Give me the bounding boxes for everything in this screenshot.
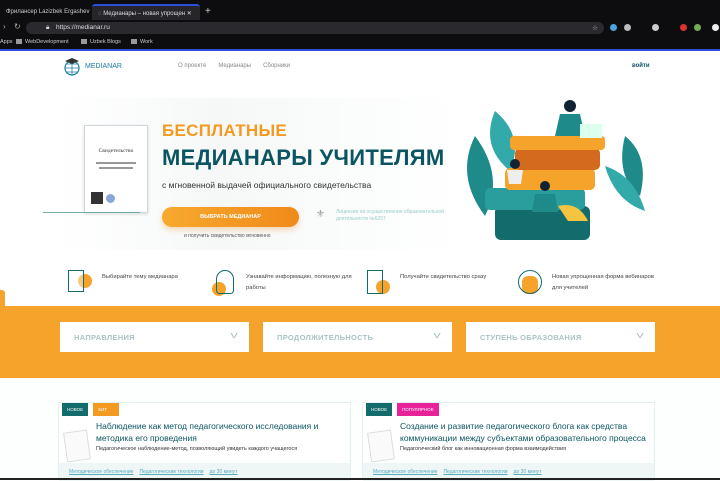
folder-icon [81, 39, 87, 45]
head-icon [210, 268, 236, 298]
badge-hit: ХИТ [93, 403, 119, 416]
extension-icon[interactable] [680, 24, 687, 31]
tag-link[interactable]: Методическое обеспечение [69, 469, 133, 475]
tab-label: Медианары – новая упрощен [103, 11, 186, 17]
extension-icon[interactable] [610, 24, 617, 31]
certificate-icon [364, 268, 390, 298]
globe-icon [64, 58, 80, 76]
side-tab[interactable] [0, 290, 5, 376]
decor-line [43, 212, 140, 213]
filter-label: СТУПЕНЬ ОБРАЗОВАНИЯ [480, 333, 582, 342]
emblem-icon: ⚜ [316, 209, 325, 220]
feature-learn-info: Узнавайте информацию, полезную для работ… [210, 268, 356, 298]
new-tab-button[interactable]: + [205, 6, 211, 17]
reload-icon[interactable]: ↻ [14, 22, 21, 31]
medianar-card[interactable]: НОВОЕ ПОПУЛЯРНОЕ Создание и развитие пед… [362, 402, 655, 481]
bookmark-label: Work [140, 39, 153, 45]
hero-title: МЕДИАНАРЫ УЧИТЕЛЯМ [162, 145, 445, 170]
cta-subtext: и получить свидетельство мгновенно [184, 233, 271, 239]
filter-directions[interactable]: НАПРАВЛЕНИЯ v [60, 322, 249, 352]
forward-icon[interactable]: › [3, 22, 6, 31]
extension-icon[interactable] [624, 24, 631, 31]
tag-link[interactable]: до 30 минут [514, 469, 542, 475]
filter-duration[interactable]: ПРОДОЛЖИТЕЛЬНОСТЬ v [263, 322, 452, 352]
headphones-icon [516, 268, 542, 298]
menu-collections[interactable]: Сборники [263, 63, 290, 69]
browser-chrome: Фрилансер Lazizbek Ergashev ✕ ◌ Медианар… [0, 0, 720, 51]
bookmark-work[interactable]: Work [131, 39, 153, 45]
bookmark-webdev[interactable]: WebDevelopment [16, 39, 69, 45]
card-title[interactable]: Создание и развитие педагогического блог… [400, 420, 655, 444]
bookmark-label: WebDevelopment [25, 39, 69, 45]
qr-code-icon [91, 192, 103, 204]
bookmark-uzbek-blogs[interactable]: Uzbek Blogs [81, 39, 121, 45]
badge-new: НОВОЕ [62, 403, 89, 416]
menu-medianars[interactable]: Медианары [218, 63, 251, 69]
tag-link[interactable]: Педагогические технологии [139, 469, 203, 475]
extension-icon[interactable] [694, 24, 701, 31]
profile-icon[interactable] [712, 24, 719, 31]
chevron-down-icon: v [230, 330, 239, 340]
feature-get-certificate: Получайте свидетельство сразу [364, 268, 510, 298]
document-icon [66, 268, 92, 298]
folder-icon [131, 39, 137, 45]
certificate-image: Свидетельство [84, 125, 148, 213]
card-title[interactable]: Наблюдение как метод педагогического исс… [96, 420, 351, 444]
tag-link[interactable]: до 30 минут [210, 469, 238, 475]
logo-text: MEDIANAR [85, 62, 122, 70]
feature-webinars: Новая упрощенная форма вебинаров для учи… [516, 268, 662, 298]
hero-subtitle: с мгновенной выдачей официального свидет… [162, 180, 372, 190]
feature-text: Получайте свидетельство сразу [400, 274, 487, 280]
site-logo[interactable]: MEDIANAR [62, 56, 122, 76]
address-bar[interactable]: 🔒︎ https://medianar.ru ☆ [26, 22, 604, 34]
chevron-down-icon: v [433, 330, 442, 340]
hero-illustration [467, 100, 645, 240]
bookmark-label: Uzbek Blogs [90, 39, 121, 45]
card-description: Педагогическое наблюдение-метод, позволя… [96, 446, 298, 452]
feature-text: Новая упрощенная форма вебинаров для учи… [552, 274, 654, 291]
tag-link[interactable]: Методическое обеспечение [373, 469, 437, 475]
filter-education-level[interactable]: СТУПЕНЬ ОБРАЗОВАНИЯ v [466, 322, 655, 352]
lock-icon: 🔒︎ [46, 24, 50, 31]
menu-about[interactable]: О проекте [178, 63, 206, 69]
tab-label: Фрилансер Lazizbek Ergashev [6, 9, 90, 15]
url-text: https://medianar.ru [56, 24, 110, 31]
main-menu: О проекте Медианары Сборники [178, 63, 290, 69]
filter-label: НАПРАВЛЕНИЯ [74, 333, 135, 342]
badge-popular: ПОПУЛЯРНОЕ [397, 403, 439, 416]
badge-new: НОВОЕ [366, 403, 393, 416]
login-link[interactable]: войти [632, 63, 650, 69]
license-text: Лицензия на осуществление образовательно… [336, 209, 445, 222]
feature-choose-topic: Выбирайте тему медианара [66, 268, 212, 298]
star-icon[interactable]: ☆ [592, 24, 598, 32]
feature-text: Узнавайте информацию, полезную для работ… [246, 274, 352, 291]
browser-tab-active[interactable]: ◌ Медианары – новая упрощен ✕ [92, 4, 200, 20]
medianar-card[interactable]: НОВОЕ ХИТ Наблюдение как метод педагогич… [58, 402, 351, 481]
card-description: Педагогический блог как инновационная фо… [400, 446, 567, 452]
browser-tab[interactable]: Фрилансер Lazizbek Ergashev ✕ [0, 4, 90, 20]
bookmark-apps[interactable]: Apps [0, 39, 13, 45]
document-thumbnail [63, 429, 91, 463]
filter-label: ПРОДОЛЖИТЕЛЬНОСТЬ [277, 333, 374, 342]
folder-icon [16, 39, 22, 45]
document-thumbnail [367, 429, 395, 463]
loading-bar [0, 49, 720, 51]
hero-title-top: БЕСПЛАТНЫЕ [162, 121, 288, 140]
certificate-title: Свидетельство [98, 148, 134, 154]
chevron-down-icon: v [636, 330, 645, 340]
seal-icon [106, 194, 115, 203]
choose-medianar-button[interactable]: ВЫБРАТЬ МЕДИАНАР [162, 207, 299, 227]
extension-icon[interactable] [652, 24, 659, 31]
tag-link[interactable]: Педагогические технологии [443, 469, 507, 475]
feature-text: Выбирайте тему медианара [102, 274, 178, 280]
